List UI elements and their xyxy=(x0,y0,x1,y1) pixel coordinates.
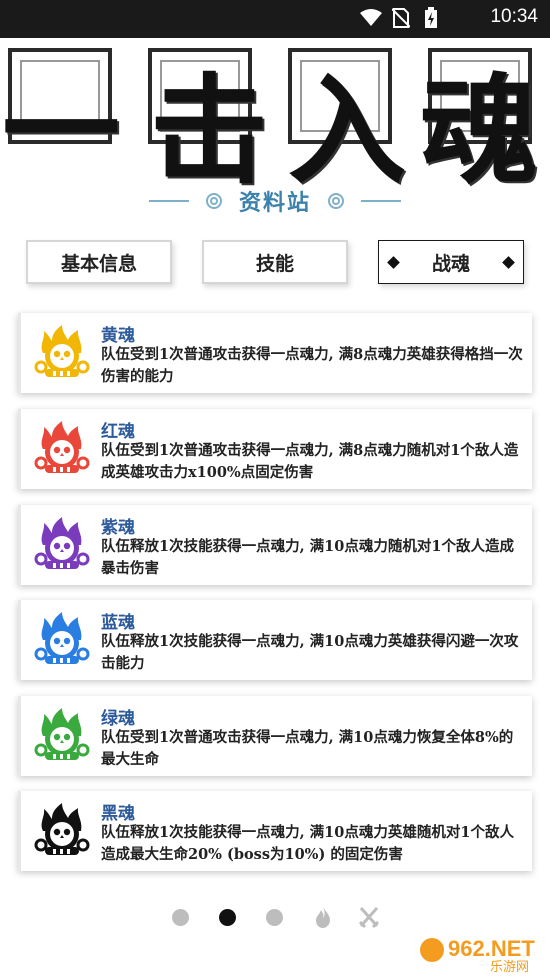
divider xyxy=(148,200,189,202)
soul-description: 队伍受到1次普通攻击获得一点魂力, 满8点魂力英雄获得格挡一次伤害的能力 xyxy=(101,346,523,385)
divider xyxy=(361,200,401,202)
soul-skull-icon xyxy=(34,803,90,855)
status-bar: 10:34 xyxy=(0,0,550,38)
tab-bar: 基本信息 技能 战魂 xyxy=(0,240,550,286)
watermark-subtext: 乐游网 xyxy=(490,960,529,974)
page-dot[interactable] xyxy=(266,909,283,926)
soul-card-green[interactable]: 绿魂 队伍受到1次普通攻击获得一点魂力, 满10点魂力恢复全体8%的最大生命 xyxy=(18,696,532,776)
site-watermark: 962.NET 乐游网 xyxy=(418,930,544,975)
page-dot-active[interactable] xyxy=(219,909,236,926)
soul-description: 队伍释放1次技能获得一点魂力, 满10点魂力英雄随机对1个敌人造成最大生命20%… xyxy=(101,824,514,863)
battery-charging-icon xyxy=(420,7,442,29)
title-char: 一 xyxy=(2,61,121,200)
wifi-icon xyxy=(360,7,382,29)
soul-description: 队伍释放1次技能获得一点魂力, 满10点魂力随机对1个敌人造成暴击伤害 xyxy=(101,538,514,577)
tab-war-soul[interactable]: 战魂 xyxy=(378,240,524,284)
soul-card-yellow[interactable]: 黄魂 队伍受到1次普通攻击获得一点魂力, 满8点魂力英雄获得格挡一次伤害的能力 xyxy=(18,313,532,393)
tab-label: 战魂 xyxy=(431,252,470,275)
soul-description: 队伍受到1次普通攻击获得一点魂力, 满8点魂力随机对1个敌人造成英雄攻击力x10… xyxy=(101,442,519,481)
flame-icon[interactable] xyxy=(312,905,334,929)
soul-card-blue[interactable]: 蓝魂 队伍释放1次技能获得一点魂力, 满10点魂力英雄获得闪避一次攻击能力 xyxy=(18,600,532,680)
status-time: 10:34 xyxy=(490,6,538,27)
diamond-icon xyxy=(502,256,515,269)
title-char: 入 xyxy=(288,61,407,200)
title-char: 击 xyxy=(150,61,269,200)
soul-name: 紫魂 xyxy=(101,518,135,538)
tab-skills[interactable]: 技能 xyxy=(202,240,348,284)
tab-basic-info[interactable]: 基本信息 xyxy=(26,240,172,284)
page-dot[interactable] xyxy=(172,909,189,926)
no-sim-icon xyxy=(390,7,412,29)
watermark-logo: 962.NET 乐游网 xyxy=(420,936,535,975)
crossed-swords-icon[interactable] xyxy=(358,905,380,929)
subtitle-text: 资料站 xyxy=(238,190,311,216)
soul-card-black[interactable]: 黑魂 队伍释放1次技能获得一点魂力, 满10点魂力英雄随机对1个敌人造成最大生命… xyxy=(18,791,532,871)
title-banner: 一 击 入 魂 资料站 xyxy=(0,38,550,228)
soul-description: 队伍受到1次普通攻击获得一点魂力, 满10点魂力恢复全体8%的最大生命 xyxy=(101,729,514,768)
soul-name: 蓝魂 xyxy=(101,613,135,633)
soul-name: 黄魂 xyxy=(101,326,135,346)
soul-skull-icon xyxy=(34,612,90,664)
soul-card-purple[interactable]: 紫魂 队伍释放1次技能获得一点魂力, 满10点魂力随机对1个敌人造成暴击伤害 xyxy=(18,505,532,585)
title-char: 魂 xyxy=(420,61,539,200)
swirl-icon xyxy=(328,193,344,209)
subtitle-bar: 资料站 xyxy=(0,184,550,218)
soul-skull-icon xyxy=(34,517,90,569)
watermark-text: 962.NET xyxy=(448,936,535,961)
soul-skull-icon xyxy=(34,708,90,760)
soul-name: 黑魂 xyxy=(101,804,135,824)
tab-label: 基本信息 xyxy=(60,252,137,275)
soul-skull-icon xyxy=(34,421,90,473)
soul-card-red[interactable]: 红魂 队伍受到1次普通攻击获得一点魂力, 满8点魂力随机对1个敌人造成英雄攻击力… xyxy=(18,409,532,489)
soul-description: 队伍释放1次技能获得一点魂力, 满10点魂力英雄获得闪避一次攻击能力 xyxy=(101,633,519,672)
tab-label: 技能 xyxy=(255,252,294,275)
soul-name: 绿魂 xyxy=(101,709,135,729)
page-indicator xyxy=(0,902,550,932)
soul-name: 红魂 xyxy=(101,422,135,442)
soul-skull-icon xyxy=(34,325,90,377)
diamond-icon xyxy=(387,256,400,269)
swirl-icon xyxy=(205,193,222,209)
status-icons xyxy=(360,7,442,29)
